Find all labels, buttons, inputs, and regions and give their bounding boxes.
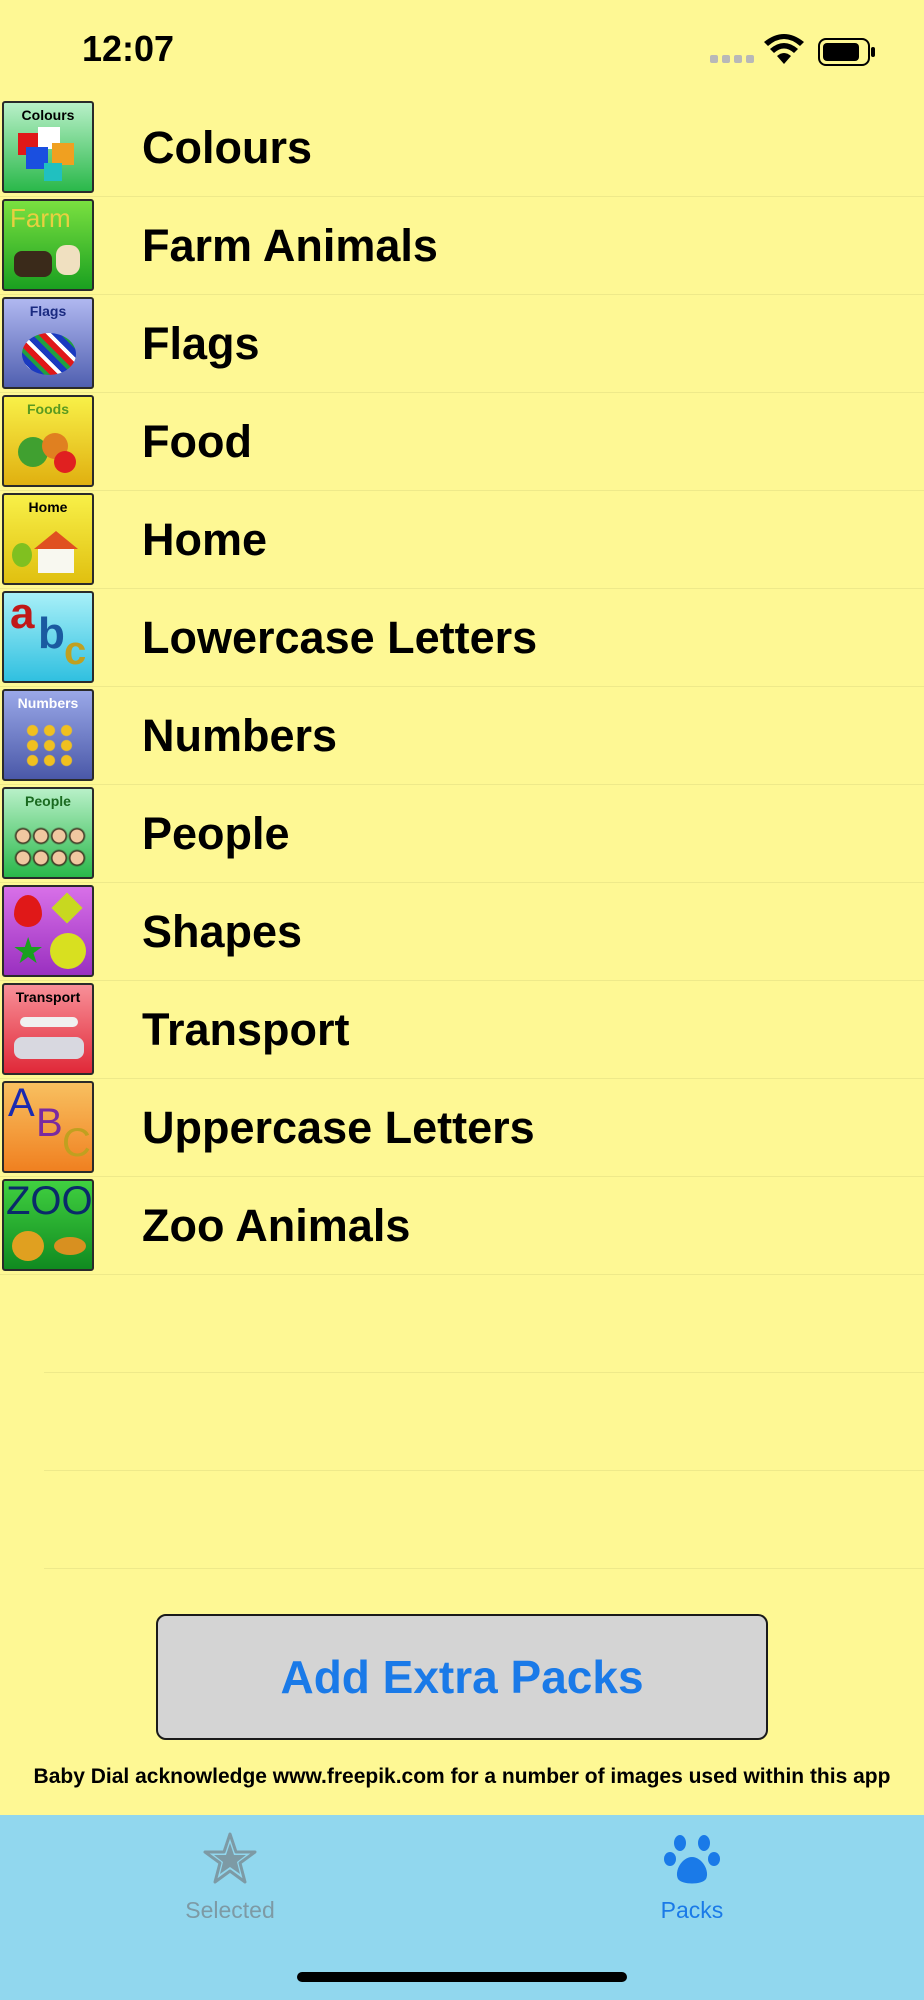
tab-packs[interactable]: Packs	[542, 1815, 842, 1945]
wifi-icon	[764, 34, 804, 64]
colours-pack-icon: Colours	[2, 101, 94, 193]
people-pack-icon: People	[2, 787, 94, 879]
pack-row-shapes[interactable]: ★ Shapes	[0, 883, 924, 981]
pack-label: Numbers	[142, 710, 338, 761]
pack-label: Food	[142, 416, 252, 467]
pack-row-farm-animals[interactable]: Farm Farm Animals	[0, 197, 924, 295]
battery-icon	[818, 38, 875, 66]
pack-label: Flags	[142, 318, 260, 369]
numbers-pack-icon: Numbers	[2, 689, 94, 781]
home-pack-icon: Home	[2, 493, 94, 585]
tab-bar: Selected Packs	[0, 1815, 924, 2000]
pack-label: Home	[142, 514, 268, 565]
flags-pack-icon: Flags	[2, 297, 94, 389]
pack-label: Zoo Animals	[142, 1200, 411, 1251]
tab-label: Packs	[660, 1897, 724, 1923]
transport-pack-icon: Transport	[2, 983, 94, 1075]
pack-label: Lowercase Letters	[142, 612, 538, 663]
pack-row-uppercase-letters[interactable]: A B C Uppercase Letters	[0, 1079, 924, 1177]
tab-label: Selected	[185, 1897, 275, 1923]
empty-row	[44, 1275, 924, 1373]
empty-row	[44, 1373, 924, 1471]
pack-label: Transport	[142, 1004, 350, 1055]
home-indicator	[297, 1972, 627, 1982]
shapes-pack-icon: ★	[2, 885, 94, 977]
pack-label: Farm Animals	[142, 220, 438, 271]
pack-row-home[interactable]: Home Home	[0, 491, 924, 589]
star-icon	[203, 1832, 257, 1884]
pack-label: People	[142, 808, 290, 859]
status-time: 12:07	[82, 28, 175, 69]
pack-row-food[interactable]: Foods Food	[0, 393, 924, 491]
pack-label: Shapes	[142, 906, 303, 957]
paw-icon	[664, 1835, 720, 1884]
pack-row-lowercase-letters[interactable]: a b c Lowercase Letters	[0, 589, 924, 687]
pack-list: Colours Colours Farm Farm Animals Flags …	[0, 99, 924, 1569]
signal-icon	[710, 55, 754, 63]
zoo-pack-icon: ZOO	[2, 1179, 94, 1271]
pack-row-zoo-animals[interactable]: ZOO Zoo Animals	[0, 1177, 924, 1275]
pack-row-transport[interactable]: Transport Transport	[0, 981, 924, 1079]
food-pack-icon: Foods	[2, 395, 94, 487]
pack-row-numbers[interactable]: Numbers Numbers	[0, 687, 924, 785]
acknowledgement-text: Baby Dial acknowledge www.freepik.com fo…	[33, 1765, 891, 1788]
pack-row-people[interactable]: People People	[0, 785, 924, 883]
tab-selected[interactable]: Selected	[80, 1815, 380, 1945]
pack-label: Colours	[142, 122, 313, 173]
pack-label: Uppercase Letters	[142, 1102, 535, 1153]
uppercase-pack-icon: A B C	[2, 1081, 94, 1173]
empty-row	[44, 1471, 924, 1569]
lowercase-pack-icon: a b c	[2, 591, 94, 683]
pack-row-flags[interactable]: Flags Flags	[0, 295, 924, 393]
farm-pack-icon: Farm	[2, 199, 94, 291]
pack-row-colours[interactable]: Colours Colours	[0, 99, 924, 197]
add-extra-packs-button[interactable]: Add Extra Packs	[156, 1614, 768, 1740]
status-bar: 12:07	[0, 0, 924, 100]
